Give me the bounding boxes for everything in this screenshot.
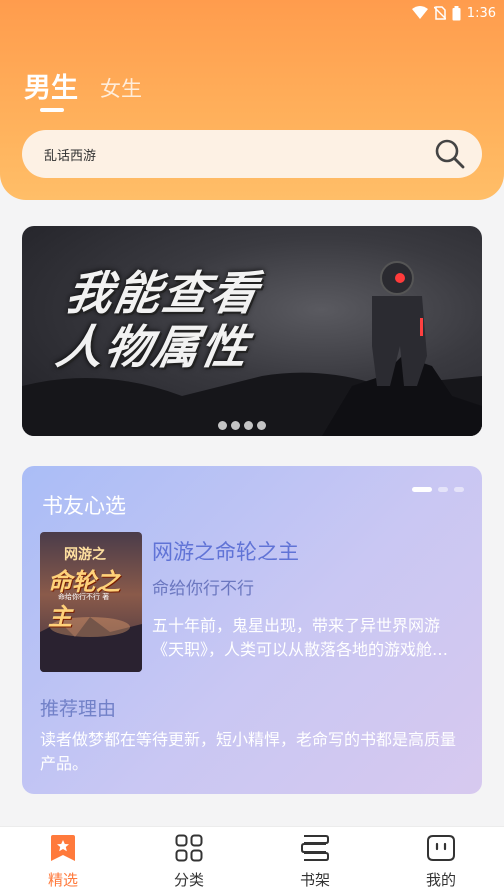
nav-label-bookshelf: 书架 xyxy=(299,871,330,889)
search-bar[interactable]: 乱话西游 xyxy=(22,130,482,178)
cover-author: 命给你行不行 著 xyxy=(58,593,110,601)
banner-dot[interactable] xyxy=(244,421,253,430)
status-time: 1:36 xyxy=(466,5,496,21)
banner-title-line1: 我能查看 xyxy=(62,266,264,320)
tab-male-label: 男生 xyxy=(24,73,78,104)
tab-active-indicator xyxy=(40,108,64,112)
gender-tabs: 男生 女生 xyxy=(24,66,142,112)
banner-dot[interactable] xyxy=(231,421,240,430)
bookmark-icon xyxy=(51,835,75,861)
book-description: 五十年前，鬼星出现，带来了异世界网游《天职》，人类可以从散落各地的游戏舱进入游戏… xyxy=(152,616,449,659)
battery-icon xyxy=(452,5,461,20)
grid-icon xyxy=(175,834,203,862)
cover-title-top: 网游之 xyxy=(64,547,106,563)
recommend-reason-text: 读者做梦都在等待更新，短小精悍，老命写的书都是高质量产品。 xyxy=(40,730,457,773)
profile-face-icon xyxy=(427,835,455,861)
bookshelf-icon xyxy=(301,835,329,861)
banner-dot[interactable] xyxy=(257,421,266,430)
banner-pagination xyxy=(218,421,266,430)
book-cover[interactable]: 网游之 命轮之主 命给你行不行 著 xyxy=(40,532,142,672)
nav-label-profile: 我的 xyxy=(425,871,456,889)
tab-male[interactable]: 男生 xyxy=(24,66,78,112)
sim-off-icon xyxy=(433,6,446,20)
nav-item-featured[interactable]: 精选 xyxy=(0,827,126,896)
pagination-dot[interactable] xyxy=(454,487,464,492)
wifi-icon xyxy=(411,6,428,19)
book-title[interactable]: 网游之命轮之主 xyxy=(152,536,299,566)
reader-pick-card[interactable]: 书友心选 网游之 命轮之主 命给你行不行 著 网游之命轮之主 命给你行不行 五十… xyxy=(22,466,482,794)
reader-pick-title: 书友心选 xyxy=(42,494,126,518)
status-bar: 1:36 xyxy=(411,2,496,24)
nav-item-bookshelf[interactable]: 书架 xyxy=(252,827,378,896)
header: 1:36 男生 女生 乱话西游 xyxy=(0,0,504,200)
recommend-reason-label: 推荐理由 xyxy=(40,698,117,720)
pagination-dot-active[interactable] xyxy=(412,487,432,492)
banner-title: 我能查看 人物属性 xyxy=(52,266,351,374)
reader-pick-pagination xyxy=(412,487,464,492)
nav-label-category: 分类 xyxy=(173,871,204,889)
tab-female[interactable]: 女生 xyxy=(100,73,142,105)
bottom-nav: 精选 分类 书架 我的 xyxy=(0,826,504,896)
banner-title-line2: 人物属性 xyxy=(52,320,254,374)
banner-carousel[interactable]: 我能查看 人物属性 xyxy=(22,226,482,436)
nav-item-profile[interactable]: 我的 xyxy=(378,827,504,896)
book-author: 命给你行不行 xyxy=(152,579,254,599)
search-icon[interactable] xyxy=(434,138,466,170)
search-input[interactable]: 乱话西游 xyxy=(44,145,434,164)
pagination-dot[interactable] xyxy=(438,487,448,492)
banner-dot[interactable] xyxy=(218,421,227,430)
nav-item-category[interactable]: 分类 xyxy=(126,827,252,896)
nav-label-featured: 精选 xyxy=(47,871,78,889)
